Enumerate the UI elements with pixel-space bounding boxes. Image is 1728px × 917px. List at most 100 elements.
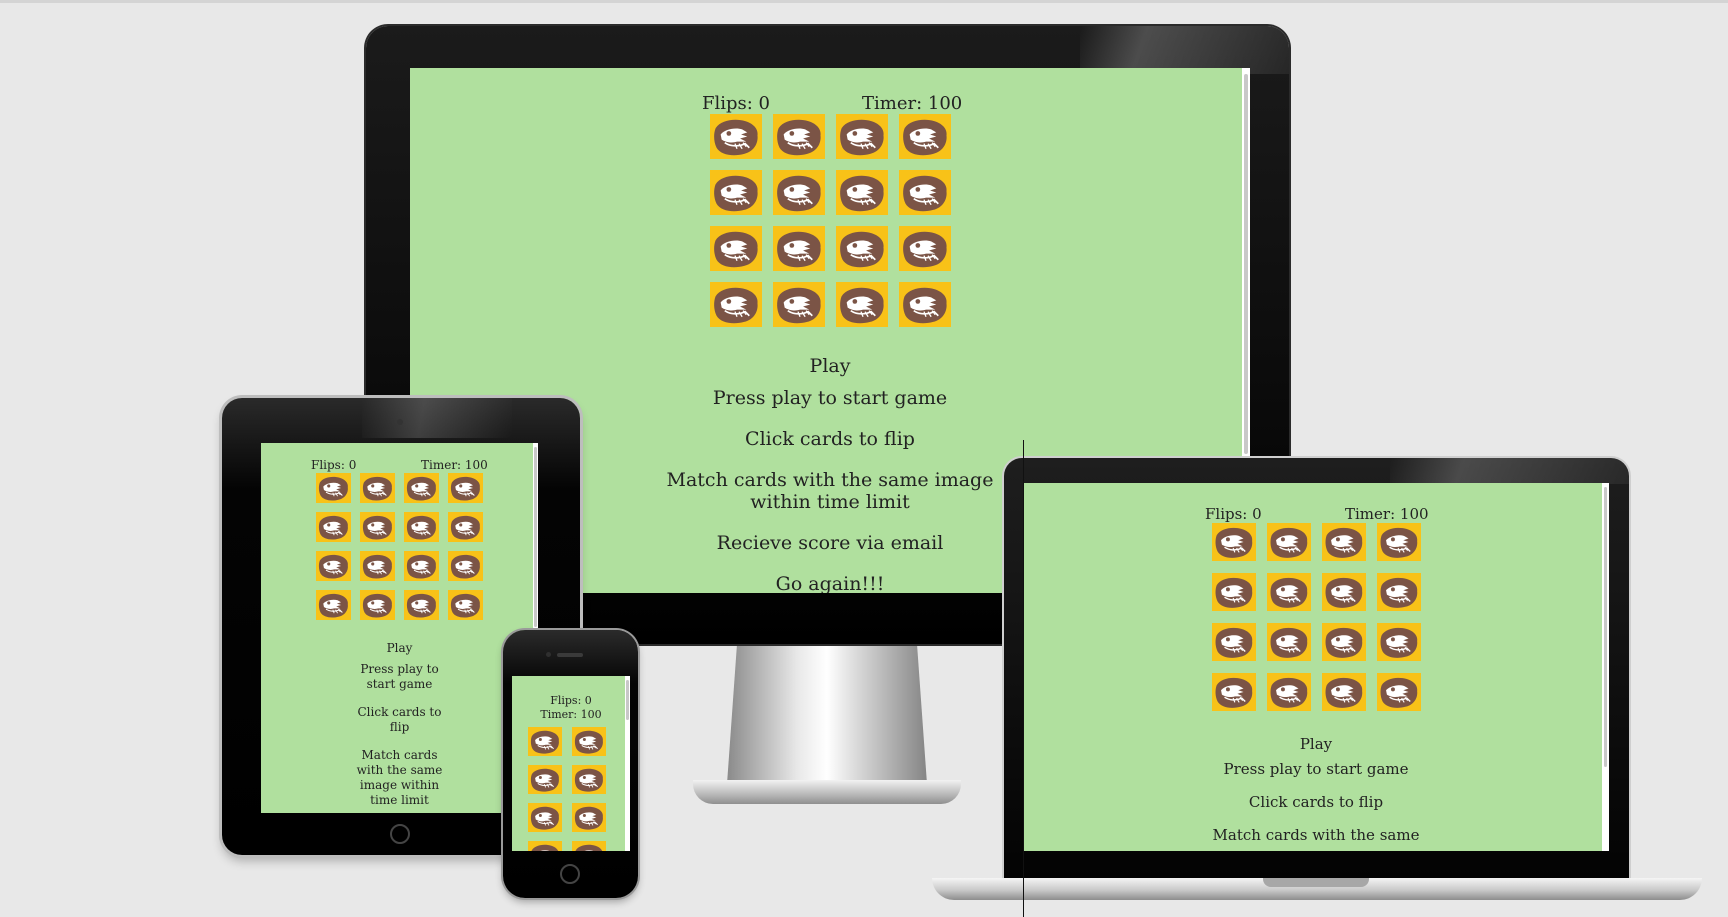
- memory-card[interactable]: [572, 727, 606, 756]
- dinosaur-skull-icon: [528, 727, 562, 756]
- memory-card[interactable]: [316, 473, 351, 503]
- laptop-glare: [1390, 458, 1629, 484]
- memory-card[interactable]: [709, 282, 762, 327]
- memory-card[interactable]: [898, 226, 951, 271]
- dinosaur-skull-icon: [572, 765, 606, 794]
- dinosaur-skull-icon: [572, 841, 606, 851]
- timer-display: Timer: 100: [421, 458, 488, 472]
- memory-card[interactable]: [835, 114, 888, 159]
- memory-card[interactable]: [1211, 523, 1256, 561]
- memory-card[interactable]: [572, 803, 606, 832]
- dinosaur-skull-icon: [1212, 623, 1256, 661]
- memory-card[interactable]: [772, 170, 825, 215]
- memory-card[interactable]: [709, 114, 762, 159]
- memory-card[interactable]: [772, 226, 825, 271]
- memory-card[interactable]: [360, 512, 395, 542]
- memory-card[interactable]: [572, 841, 606, 851]
- memory-card[interactable]: [448, 512, 483, 542]
- dinosaur-skull-icon: [773, 282, 825, 327]
- memory-card[interactable]: [316, 551, 351, 581]
- scrollbar-thumb[interactable]: [1244, 74, 1248, 454]
- memory-card[interactable]: [898, 170, 951, 215]
- memory-card[interactable]: [404, 551, 439, 581]
- dinosaur-skull-icon: [316, 551, 351, 581]
- memory-card[interactable]: [1266, 673, 1311, 711]
- memory-card[interactable]: [448, 590, 483, 620]
- memory-card[interactable]: [772, 114, 825, 159]
- dinosaur-skull-icon: [1267, 623, 1311, 661]
- memory-card[interactable]: [528, 765, 562, 794]
- memory-card[interactable]: [1211, 573, 1256, 611]
- memory-card[interactable]: [316, 512, 351, 542]
- play-button[interactable]: Play: [261, 641, 538, 656]
- memory-card[interactable]: [835, 226, 888, 271]
- memory-game-tablet: Flips: 0 Timer: 100 Play Press play to s…: [261, 443, 538, 808]
- scrollbar-thumb[interactable]: [626, 680, 629, 720]
- scrollbar[interactable]: [625, 676, 630, 851]
- dinosaur-skull-icon: [1212, 573, 1256, 611]
- phone-screen: Flips: 0 Timer: 100: [512, 676, 630, 851]
- dinosaur-skull-icon: [1212, 523, 1256, 561]
- memory-card[interactable]: [1266, 623, 1311, 661]
- memory-card[interactable]: [528, 727, 562, 756]
- memory-card[interactable]: [1376, 573, 1421, 611]
- timer-display: Timer: 100: [862, 93, 963, 114]
- memory-card[interactable]: [1376, 673, 1421, 711]
- play-button[interactable]: Play: [1023, 735, 1609, 753]
- memory-card[interactable]: [835, 170, 888, 215]
- memory-card[interactable]: [1266, 523, 1311, 561]
- memory-card[interactable]: [898, 114, 951, 159]
- memory-card[interactable]: [528, 803, 562, 832]
- memory-card[interactable]: [1321, 623, 1366, 661]
- play-button[interactable]: Play: [410, 355, 1250, 377]
- dinosaur-skull-icon: [360, 512, 395, 542]
- dinosaur-skull-icon: [1322, 523, 1366, 561]
- dinosaur-skull-icon: [1377, 523, 1421, 561]
- tablet-glare: [362, 398, 512, 438]
- memory-card[interactable]: [404, 473, 439, 503]
- memory-card[interactable]: [1376, 623, 1421, 661]
- memory-card[interactable]: [835, 282, 888, 327]
- scrollbar-thumb[interactable]: [1604, 487, 1607, 767]
- scrollbar-thumb[interactable]: [534, 447, 537, 627]
- memory-card[interactable]: [1321, 573, 1366, 611]
- memory-game-phone: Flips: 0 Timer: 100: [512, 676, 630, 851]
- memory-card[interactable]: [1211, 673, 1256, 711]
- memory-card[interactable]: [448, 551, 483, 581]
- memory-card[interactable]: [360, 473, 395, 503]
- memory-card[interactable]: [360, 590, 395, 620]
- flips-counter: Flips: 0: [311, 458, 357, 472]
- dinosaur-skull-icon: [360, 590, 395, 620]
- dinosaur-skull-icon: [836, 282, 888, 327]
- dinosaur-skull-icon: [1267, 673, 1311, 711]
- memory-card[interactable]: [772, 282, 825, 327]
- memory-card[interactable]: [1211, 623, 1256, 661]
- memory-card[interactable]: [1321, 523, 1366, 561]
- memory-card[interactable]: [316, 590, 351, 620]
- flips-counter: Flips: 0: [1205, 505, 1262, 523]
- memory-card[interactable]: [572, 765, 606, 794]
- laptop-screen: Flips: 0 Timer: 100 Play Press play to s…: [1023, 483, 1609, 851]
- memory-card[interactable]: [404, 590, 439, 620]
- dinosaur-skull-icon: [710, 282, 762, 327]
- menu-match-line3: image within: [359, 778, 440, 792]
- dinosaur-skull-icon: [710, 114, 762, 159]
- memory-card[interactable]: [404, 512, 439, 542]
- memory-card[interactable]: [709, 170, 762, 215]
- monitor-stand: [727, 644, 927, 784]
- dinosaur-skull-icon: [528, 803, 562, 832]
- memory-card[interactable]: [1376, 523, 1421, 561]
- dinosaur-skull-icon: [899, 170, 951, 215]
- dinosaur-skull-icon: [1377, 573, 1421, 611]
- memory-card[interactable]: [1266, 573, 1311, 611]
- memory-card[interactable]: [360, 551, 395, 581]
- memory-card[interactable]: [709, 226, 762, 271]
- memory-card[interactable]: [898, 282, 951, 327]
- memory-card[interactable]: [1321, 673, 1366, 711]
- monitor-glare: [1080, 26, 1289, 74]
- memory-card[interactable]: [448, 473, 483, 503]
- scrollbar[interactable]: [1602, 483, 1609, 851]
- memory-card[interactable]: [528, 841, 562, 851]
- menu-match-cards-partial: Match cards with the same: [1212, 826, 1420, 844]
- dinosaur-skull-icon: [1377, 673, 1421, 711]
